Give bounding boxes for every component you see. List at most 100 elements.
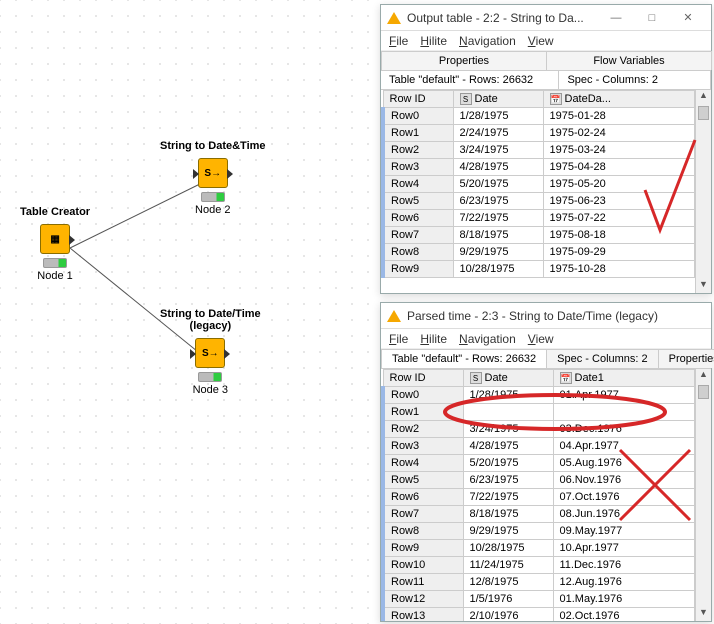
table-row[interactable]: Row01/28/197501.Apr.1977 xyxy=(383,387,695,404)
node-string-to-datetime-legacy[interactable]: String to Date/Time (legacy) S→ Node 3 xyxy=(160,308,261,396)
cell-date2: 1975-09-29 xyxy=(543,244,695,261)
cell-date2 xyxy=(553,404,695,421)
data-table[interactable]: Row ID SDate 📅DateDa... Row01/28/1975197… xyxy=(381,90,695,278)
cell-date2: 04.Apr.1977 xyxy=(553,438,695,455)
vertical-scrollbar[interactable]: ▲ ▼ xyxy=(695,90,711,293)
maximize-button[interactable]: □ xyxy=(635,8,669,28)
cell-date2: 05.Aug.1976 xyxy=(553,455,695,472)
table-row[interactable]: Row910/28/197510.Apr.1977 xyxy=(383,540,695,557)
table-row[interactable]: Row1 xyxy=(383,404,695,421)
table-row[interactable]: Row121/5/197601.May.1976 xyxy=(383,591,695,608)
table-row[interactable]: Row23/24/19751975-03-24 xyxy=(383,142,695,159)
cell-date: 12/8/1975 xyxy=(463,574,553,591)
cell-date2: 11.Dec.1976 xyxy=(553,557,695,574)
tab-spec[interactable]: Spec - Columns: 2 xyxy=(546,349,658,368)
menu-hilite[interactable]: Hilite xyxy=(420,332,447,346)
row-id-cell: Row9 xyxy=(383,261,453,278)
table-row[interactable]: Row132/10/197602.Oct.1976 xyxy=(383,608,695,622)
tab-flow-variables[interactable]: Flow Variables xyxy=(546,51,712,70)
window-title: Output table - 2:2 - String to Da... xyxy=(407,11,599,25)
cell-date2: 1975-07-22 xyxy=(543,210,695,227)
cell-date2: 1975-04-28 xyxy=(543,159,695,176)
table-row[interactable]: Row56/23/197506.Nov.1976 xyxy=(383,472,695,489)
table-row[interactable]: Row1011/24/197511.Dec.1976 xyxy=(383,557,695,574)
close-button[interactable]: ✕ xyxy=(671,8,705,28)
menu-navigation[interactable]: Navigation xyxy=(459,332,516,346)
col-rowid[interactable]: Row ID xyxy=(383,91,453,108)
table-row[interactable]: Row67/22/197507.Oct.1976 xyxy=(383,489,695,506)
row-id-cell: Row6 xyxy=(383,489,463,506)
row-id-cell: Row1 xyxy=(383,404,463,421)
titlebar[interactable]: Parsed time - 2:3 - String to Date/Time … xyxy=(381,303,711,329)
row-id-cell: Row4 xyxy=(383,176,453,193)
col-date1[interactable]: 📅Date1 xyxy=(553,370,695,387)
workflow-canvas[interactable]: Table Creator ▦ Node 1 String to Date&Ti… xyxy=(0,0,380,624)
spec-info: Spec - Columns: 2 xyxy=(559,71,711,89)
table-row[interactable]: Row45/20/19751975-05-20 xyxy=(383,176,695,193)
vertical-scrollbar[interactable]: ▲ ▼ xyxy=(695,369,711,621)
titlebar[interactable]: Output table - 2:2 - String to Da... — □… xyxy=(381,5,711,31)
menu-navigation[interactable]: Navigation xyxy=(459,34,516,48)
cell-date: 10/28/1975 xyxy=(463,540,553,557)
date-type-icon: 📅 xyxy=(550,93,562,105)
menu-hilite[interactable]: Hilite xyxy=(420,34,447,48)
menubar: File Hilite Navigation View xyxy=(381,329,711,349)
col-rowid[interactable]: Row ID xyxy=(383,370,463,387)
row-id-cell: Row5 xyxy=(383,472,463,489)
col-dateda[interactable]: 📅DateDa... xyxy=(543,91,695,108)
node-id: Node 2 xyxy=(160,204,266,216)
cell-date: 6/23/1975 xyxy=(453,193,543,210)
tab-properties[interactable]: Properties xyxy=(381,51,547,70)
row-id-cell: Row10 xyxy=(383,557,463,574)
table-row[interactable]: Row34/28/197504.Apr.1977 xyxy=(383,438,695,455)
col-date[interactable]: SDate xyxy=(453,91,543,108)
infobar: Table "default" - Rows: 26632 Spec - Col… xyxy=(381,71,711,90)
row-id-cell: Row4 xyxy=(383,455,463,472)
menu-view[interactable]: View xyxy=(528,332,554,346)
table-row[interactable]: Row67/22/19751975-07-22 xyxy=(383,210,695,227)
minimize-button[interactable]: — xyxy=(599,8,633,28)
cell-date2: 1975-06-23 xyxy=(543,193,695,210)
app-icon xyxy=(387,12,401,24)
cell-date: 2/24/1975 xyxy=(453,125,543,142)
table-row[interactable]: Row34/28/19751975-04-28 xyxy=(383,159,695,176)
table-row[interactable]: Row78/18/197508.Jun.1976 xyxy=(383,506,695,523)
cell-date: 11/24/1975 xyxy=(463,557,553,574)
menu-file[interactable]: File xyxy=(389,332,408,346)
row-id-cell: Row5 xyxy=(383,193,453,210)
cell-date2: 1975-08-18 xyxy=(543,227,695,244)
table-row[interactable]: Row45/20/197505.Aug.1976 xyxy=(383,455,695,472)
data-table[interactable]: Row ID SDate 📅Date1 Row01/28/197501.Apr.… xyxy=(381,369,695,621)
table-row[interactable]: Row89/29/19751975-09-29 xyxy=(383,244,695,261)
cell-date2: 1975-05-20 xyxy=(543,176,695,193)
node-id: Node 1 xyxy=(20,270,90,282)
row-id-cell: Row1 xyxy=(383,125,453,142)
col-date[interactable]: SDate xyxy=(463,370,553,387)
table-row[interactable]: Row23/24/197503.Dec.1976 xyxy=(383,421,695,438)
table-row[interactable]: Row56/23/19751975-06-23 xyxy=(383,193,695,210)
node-status xyxy=(43,258,67,268)
cell-date: 8/18/1975 xyxy=(453,227,543,244)
table-row[interactable]: Row78/18/19751975-08-18 xyxy=(383,227,695,244)
cell-date: 4/28/1975 xyxy=(453,159,543,176)
menu-file[interactable]: File xyxy=(389,34,408,48)
table-row[interactable]: Row910/28/19751975-10-28 xyxy=(383,261,695,278)
tab-properties[interactable]: Properties xyxy=(658,349,714,368)
cell-date2: 09.May.1977 xyxy=(553,523,695,540)
table-row[interactable]: Row12/24/19751975-02-24 xyxy=(383,125,695,142)
cell-date: 3/24/1975 xyxy=(453,142,543,159)
cell-date2: 01.Apr.1977 xyxy=(553,387,695,404)
node-status xyxy=(198,372,222,382)
table-row[interactable]: Row01/28/19751975-01-28 xyxy=(383,108,695,125)
table-row[interactable]: Row1112/8/197512.Aug.1976 xyxy=(383,574,695,591)
node-table-creator[interactable]: Table Creator ▦ Node 1 xyxy=(20,206,90,282)
menu-view[interactable]: View xyxy=(528,34,554,48)
node-string-to-datetime[interactable]: String to Date&Time S→ Node 2 xyxy=(160,140,266,216)
tab-table[interactable]: Table "default" - Rows: 26632 xyxy=(381,349,547,368)
date-type-icon: 📅 xyxy=(560,372,572,384)
cell-date: 10/28/1975 xyxy=(453,261,543,278)
cell-date: 5/20/1975 xyxy=(453,176,543,193)
node-label: Table Creator xyxy=(20,206,90,218)
table-row[interactable]: Row89/29/197509.May.1977 xyxy=(383,523,695,540)
window-parsed-time: Parsed time - 2:3 - String to Date/Time … xyxy=(380,302,712,622)
